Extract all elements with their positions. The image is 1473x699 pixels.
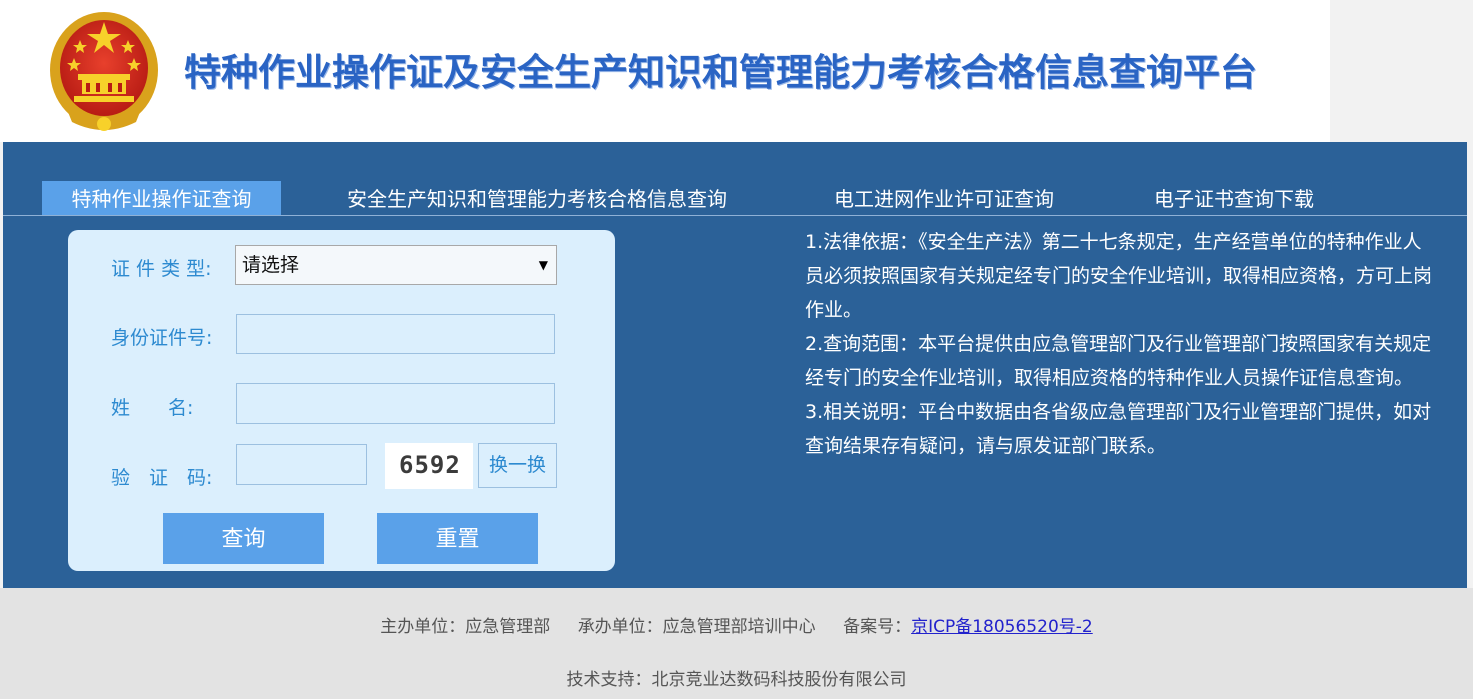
chevron-down-icon: ▼ — [538, 258, 548, 272]
id-number-input[interactable] — [236, 314, 555, 354]
note-remarks: 3.相关说明：平台中数据由各省级应急管理部门及行业管理部门提供，如对查询结果存有… — [805, 401, 1432, 457]
reset-button[interactable]: 重置 — [377, 513, 538, 564]
captcha-image[interactable]: 6592 — [385, 443, 473, 489]
footer-host: 主办单位：应急管理部 — [380, 617, 551, 637]
tab-divider — [3, 215, 1467, 216]
info-notes: 1.法律依据：《安全生产法》第二十七条规定，生产经营单位的特种作业人员必须按照国… — [805, 225, 1439, 463]
header-side-blank — [1330, 0, 1473, 142]
name-input[interactable] — [236, 383, 555, 424]
query-button[interactable]: 查询 — [163, 513, 324, 564]
name-label: 姓 名: — [111, 397, 194, 419]
main-panel: 特种作业操作证查询 安全生产知识和管理能力考核合格信息查询 电工进网作业许可证查… — [3, 142, 1467, 588]
tab-safety-knowledge-assessment[interactable]: 安全生产知识和管理能力考核合格信息查询 — [347, 181, 727, 215]
site-title: 特种作业操作证及安全生产知识和管理能力考核合格信息查询平台 — [184, 51, 1257, 94]
footer-record-label: 备案号： — [843, 617, 912, 637]
footer-info-line: 主办单位：应急管理部 承办单位：应急管理部培训中心 备案号：京ICP备18056… — [0, 612, 1473, 637]
refresh-captcha-button[interactable]: 换一换 — [478, 443, 557, 488]
tab-electrician-grid-permit[interactable]: 电工进网作业许可证查询 — [834, 181, 1054, 215]
cert-type-select[interactable]: 请选择 ▼ — [235, 245, 557, 285]
captcha-input[interactable] — [236, 444, 367, 485]
tab-e-certificate-download[interactable]: 电子证书查询下载 — [1154, 181, 1314, 215]
tab-special-operation-cert[interactable]: 特种作业操作证查询 — [42, 181, 281, 215]
icp-record-link[interactable]: 京ICP备18056520号-2 — [911, 617, 1093, 637]
site-header: 特种作业操作证及安全生产知识和管理能力考核合格信息查询平台 — [0, 0, 1330, 142]
national-emblem-icon — [50, 12, 158, 131]
footer-tech-support: 技术支持：北京竞业达数码科技股份有限公司 — [566, 670, 907, 690]
query-form: 证 件 类 型: 请选择 ▼ 身份证件号: 姓 名: 验 证 码: 6592 换… — [68, 230, 615, 571]
note-query-scope: 2.查询范围：本平台提供由应急管理部门及行业管理部门按照国家有关规定经专门的安全… — [805, 333, 1432, 389]
tab-bar: 特种作业操作证查询 安全生产知识和管理能力考核合格信息查询 电工进网作业许可证查… — [3, 142, 1467, 217]
captcha-label: 验 证 码: — [111, 467, 213, 489]
cert-type-label: 证 件 类 型: — [111, 258, 212, 280]
id-number-label: 身份证件号: — [111, 327, 213, 349]
cert-type-selected-value: 请选择 — [242, 254, 300, 276]
footer-organizer: 承办单位：应急管理部培训中心 — [577, 617, 816, 637]
note-legal-basis: 1.法律依据：《安全生产法》第二十七条规定，生产经营单位的特种作业人员必须按照国… — [805, 231, 1433, 321]
site-footer: 主办单位：应急管理部 承办单位：应急管理部培训中心 备案号：京ICP备18056… — [0, 588, 1473, 699]
